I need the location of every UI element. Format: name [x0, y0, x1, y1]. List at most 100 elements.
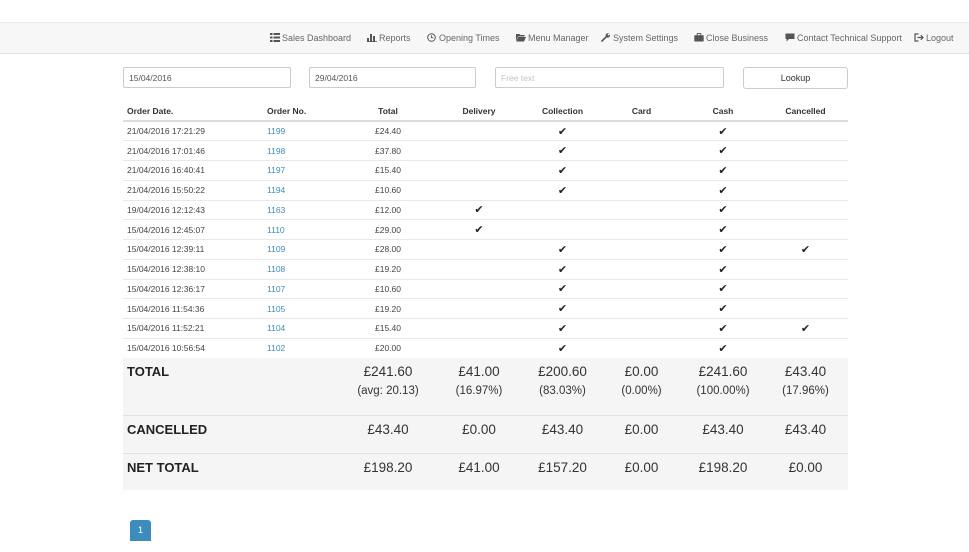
- nav-label: Logout: [926, 33, 954, 43]
- lookup-button[interactable]: Lookup: [743, 67, 848, 89]
- card-cell: [600, 298, 683, 319]
- nav-label: System Settings: [613, 33, 679, 43]
- cash-cell: ✔: [683, 120, 763, 141]
- table-row[interactable]: 15/04/2016 11:54:36 1105 £19.20 ✔ ✔: [123, 298, 848, 319]
- date-to-input[interactable]: [309, 67, 476, 88]
- nav-sales-dashboard[interactable]: Sales Dashboard: [270, 23, 351, 55]
- order-number-link[interactable]: 1109: [263, 239, 343, 260]
- table-row[interactable]: 15/04/2016 12:38:10 1108 £19.20 ✔ ✔: [123, 258, 848, 279]
- order-total-cell: £10.60: [343, 179, 433, 200]
- checkmark-icon: ✔: [557, 303, 568, 316]
- delivery-cell: [433, 140, 525, 161]
- header-collection: Collection: [525, 101, 600, 122]
- cash-cell: ✔: [683, 258, 763, 279]
- order-number-link[interactable]: 1163: [263, 199, 343, 220]
- nav-label: Sales Dashboard: [282, 33, 352, 43]
- summary-total-cancelled-amount: £43.40: [784, 364, 827, 379]
- delivery-cell: [433, 179, 525, 200]
- order-number-link[interactable]: 1198: [263, 140, 343, 161]
- checkmark-icon: ✔: [557, 263, 568, 276]
- summary-net-cash: £198.20: [683, 452, 763, 490]
- orders-table: Order Date. Order No. Total Delivery Col…: [123, 101, 848, 358]
- table-row[interactable]: 19/04/2016 12:12:43 1163 £12.00 ✔ ✔: [123, 199, 848, 220]
- order-date-cell: 15/04/2016 10:56:54: [123, 337, 263, 358]
- checkmark-icon: ✔: [557, 125, 568, 138]
- order-number-link[interactable]: 1108: [263, 258, 343, 279]
- delivery-cell: [433, 160, 525, 181]
- checkmark-icon: ✔: [718, 125, 728, 138]
- table-row[interactable]: 21/04/2016 16:40:41 1197 £15.40 ✔ ✔: [123, 160, 848, 181]
- collection-cell: ✔: [525, 179, 600, 200]
- summary-net-total: £198.20: [343, 452, 433, 490]
- cash-cell: ✔: [683, 337, 763, 358]
- collection-cell: ✔: [525, 160, 600, 181]
- free-text-input[interactable]: [495, 67, 724, 88]
- card-cell: [600, 318, 683, 339]
- header-total: Total: [343, 101, 433, 122]
- cancelled-cell: [763, 219, 848, 240]
- collection-cell: [525, 219, 600, 240]
- cash-cell: ✔: [683, 219, 763, 240]
- orders-body: 21/04/2016 17:21:29 1199 £24.40 ✔ ✔ 21/04/201…: [123, 120, 848, 358]
- nav-system-settings[interactable]: System Settings: [601, 23, 678, 55]
- card-cell: [600, 160, 683, 181]
- wrench-icon: [601, 33, 611, 42]
- order-number-link[interactable]: 1110: [263, 219, 343, 240]
- nav-reports[interactable]: Reports: [367, 23, 411, 55]
- order-number-link[interactable]: 1194: [263, 179, 343, 200]
- order-number-link[interactable]: 1104: [263, 318, 343, 339]
- checkmark-icon: ✔: [557, 322, 568, 335]
- summary-total-amount: £241.60: [363, 364, 413, 379]
- cancelled-cell: [763, 258, 848, 279]
- collection-cell: ✔: [525, 318, 600, 339]
- pagination-page-button[interactable]: 1: [130, 520, 151, 541]
- table-row[interactable]: 21/04/2016 17:01:46 1198 £37.80 ✔ ✔: [123, 140, 848, 161]
- card-cell: [600, 337, 683, 358]
- cash-cell: ✔: [683, 179, 763, 200]
- checkmark-icon: ✔: [718, 283, 728, 296]
- table-row[interactable]: 15/04/2016 12:36:17 1107 £10.60 ✔ ✔: [123, 278, 848, 299]
- delivery-cell: ✔: [433, 199, 525, 220]
- order-date-cell: 15/04/2016 12:38:10: [123, 258, 263, 279]
- summary-total-label: TOTAL: [127, 364, 170, 379]
- nav-logout[interactable]: Logout: [914, 23, 954, 55]
- order-date-cell: 15/04/2016 11:54:36: [123, 298, 263, 319]
- summary-cancelled-card: £0.00: [600, 414, 683, 453]
- nav-menu-manager[interactable]: Menu Manager: [516, 23, 589, 55]
- summary-total-delivery-amount: £41.00: [458, 364, 500, 379]
- order-number-link[interactable]: 1199: [263, 120, 343, 141]
- table-row[interactable]: 15/04/2016 12:45:07 1110 £29.00 ✔ ✔: [123, 219, 848, 240]
- table-row[interactable]: 15/04/2016 10:56:54 1102 £20.00 ✔ ✔: [123, 337, 848, 358]
- checkmark-icon: ✔: [718, 263, 728, 276]
- order-number-link[interactable]: 1102: [263, 337, 343, 358]
- order-number-link[interactable]: 1107: [263, 278, 343, 299]
- nav-opening-times[interactable]: Opening Times: [427, 23, 500, 55]
- card-cell: [600, 219, 683, 240]
- summary-total-cancelled: £43.40 (17.96%): [763, 358, 848, 415]
- table-row[interactable]: 21/04/2016 17:21:29 1199 £24.40 ✔ ✔: [123, 120, 848, 141]
- nav-close-business[interactable]: Close Business: [694, 23, 768, 55]
- order-total-cell: £29.00: [343, 219, 433, 240]
- checkmark-icon: ✔: [800, 322, 811, 335]
- order-number-link[interactable]: 1105: [263, 298, 343, 319]
- table-row[interactable]: 15/04/2016 12:39:11 1109 £28.00 ✔ ✔ ✔: [123, 239, 848, 260]
- collection-cell: ✔: [525, 298, 600, 319]
- checkmark-icon: ✔: [474, 204, 484, 217]
- nav-contact-support[interactable]: Contact Technical Support: [785, 23, 902, 55]
- table-row[interactable]: 21/04/2016 15:50:22 1194 £10.60 ✔ ✔: [123, 179, 848, 200]
- date-from-input[interactable]: [123, 67, 291, 88]
- header-cancelled: Cancelled: [763, 101, 848, 122]
- order-total-cell: £12.00: [343, 199, 433, 220]
- cash-cell: ✔: [683, 298, 763, 319]
- summary-total-cash-amount: £241.60: [698, 364, 748, 379]
- summary-total-collection-percent: (83.03%): [539, 385, 586, 397]
- order-total-cell: £24.40: [343, 120, 433, 141]
- cancelled-cell: [763, 179, 848, 200]
- table-row[interactable]: 15/04/2016 11:52:21 1104 £15.40 ✔ ✔ ✔: [123, 318, 848, 339]
- cancelled-cell: [763, 298, 848, 319]
- order-number-link[interactable]: 1197: [263, 160, 343, 181]
- collection-cell: ✔: [525, 278, 600, 299]
- header-order-no: Order No.: [263, 101, 343, 122]
- delivery-cell: [433, 337, 525, 358]
- summary-total-cash: £241.60 (100.00%): [683, 358, 763, 415]
